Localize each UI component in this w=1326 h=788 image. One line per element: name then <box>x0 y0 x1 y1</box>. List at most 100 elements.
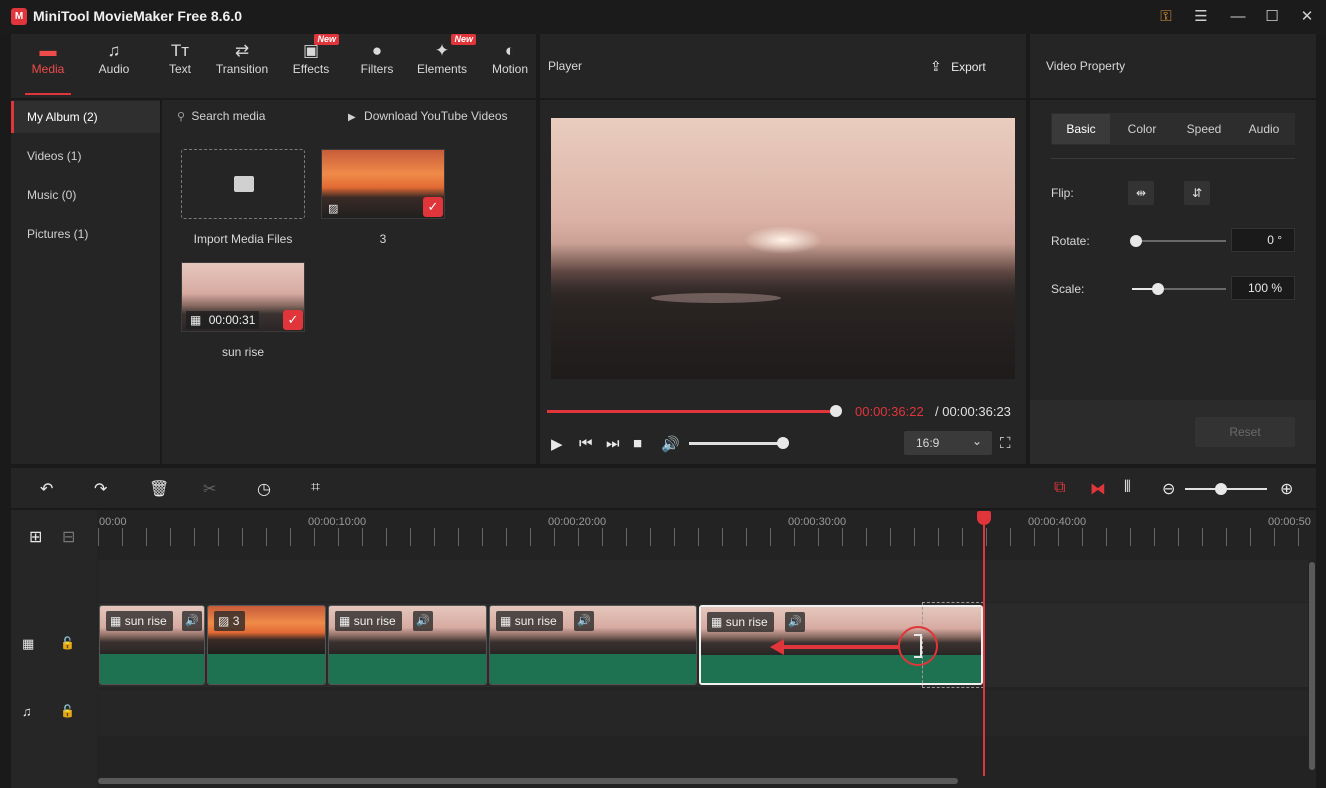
scale-value-field[interactable]: 100 % <box>1231 276 1295 300</box>
app-logo-icon: M <box>11 8 27 25</box>
overlay-track[interactable] <box>98 560 1308 602</box>
ruler-label: 00:00 <box>99 516 127 528</box>
crop-icon[interactable]: ⌗ <box>311 479 320 497</box>
rotate-slider[interactable] <box>1132 240 1226 242</box>
youtube-icon: ▶ <box>348 112 356 123</box>
sidebar-item-music[interactable]: Music (0) <box>11 179 160 211</box>
import-media-label: Import Media Files <box>193 232 293 246</box>
property-header: Video Property <box>1030 34 1316 98</box>
rotate-label: Rotate: <box>1051 234 1090 248</box>
play-icon[interactable]: ▶ <box>551 435 563 453</box>
tab-color[interactable]: Color <box>1112 114 1172 144</box>
ruler-label: 00:00:10:00 <box>308 516 367 528</box>
rotate-value-field[interactable]: 0 ° <box>1231 228 1295 252</box>
total-time: / 00:00:36:23 <box>935 404 1011 419</box>
minimize-button[interactable]: — <box>1226 6 1250 28</box>
reset-button[interactable]: Reset <box>1195 417 1295 447</box>
close-button[interactable]: ✕ <box>1295 6 1319 28</box>
tab-audio[interactable]: Audio <box>1235 114 1293 144</box>
folder-icon: ▬ <box>39 41 57 60</box>
sidebar-item-my-album[interactable]: My Album (2) <box>11 101 160 133</box>
tool-text[interactable]: Tт Text <box>160 36 200 94</box>
vertical-scrollbar[interactable] <box>1309 562 1315 770</box>
clip-volume-icon[interactable]: 🔊 <box>574 611 594 631</box>
video-preview[interactable] <box>551 118 1015 379</box>
flip-horizontal-icon[interactable]: ⇹ <box>1128 181 1154 205</box>
volume-handle[interactable] <box>777 437 789 449</box>
flip-vertical-icon[interactable]: ⇵ <box>1184 181 1210 205</box>
scale-handle[interactable] <box>1152 283 1164 295</box>
music-track[interactable] <box>98 690 1308 736</box>
key-icon[interactable]: ⚿ <box>1154 6 1178 28</box>
drag-arrow-head-icon <box>770 639 784 655</box>
volume-slider[interactable] <box>689 442 781 445</box>
link-icon[interactable]: ⧓ <box>1090 479 1106 499</box>
tool-elements[interactable]: ✦ Elements New <box>414 34 476 94</box>
film-icon: ▦ <box>190 313 202 327</box>
next-frame-icon[interactable]: ⏭ <box>606 435 620 452</box>
undo-icon[interactable]: ↶ <box>40 479 53 499</box>
clip-label: ▦ sun rise <box>335 611 402 631</box>
snap-icon[interactable]: ⧉ <box>1054 479 1065 497</box>
clip-volume-icon[interactable]: 🔊 <box>182 611 202 631</box>
media-item-image-3[interactable]: ▨ ✓ <box>321 149 445 219</box>
sidebar-item-pictures[interactable]: Pictures (1) <box>11 218 160 250</box>
tool-filters[interactable]: ● Filters <box>357 36 397 94</box>
search-media[interactable]: ⚲ Search media <box>177 109 297 125</box>
redo-icon[interactable]: ↷ <box>94 479 107 499</box>
clip-label: ▦ sun rise <box>707 612 774 632</box>
timeline-clip[interactable]: ▨ 3 <box>207 605 326 685</box>
tab-speed[interactable]: Speed <box>1173 114 1235 144</box>
import-media-button[interactable] <box>181 149 305 219</box>
property-title: Video Property <box>1046 59 1126 73</box>
download-youtube-button[interactable]: ▶ Download YouTube Videos <box>348 109 524 125</box>
maximize-button[interactable]: ☐ <box>1260 6 1284 28</box>
tool-media[interactable]: ▬ Media <box>25 36 71 94</box>
media-item-video-sun-rise[interactable]: ▦ 00:00:31 ✓ <box>181 262 305 332</box>
zoom-in-icon[interactable]: ⊕ <box>1280 479 1293 499</box>
unlock-icon[interactable]: 🔓 <box>60 636 75 650</box>
tool-transition[interactable]: ⇄ Transition <box>212 36 272 94</box>
export-button[interactable]: ⇪ Export <box>930 56 986 76</box>
tool-effects[interactable]: ▣ Effects New <box>289 34 339 94</box>
player-progress-bar[interactable] <box>547 410 835 413</box>
progress-handle[interactable] <box>830 405 842 417</box>
zoom-handle[interactable] <box>1215 483 1227 495</box>
menu-icon[interactable]: ☰ <box>1189 6 1213 28</box>
ruler-ticks <box>98 528 1308 546</box>
fit-timeline-icon[interactable]: ⫴ <box>1124 479 1131 497</box>
timeline-clip[interactable]: ▦ sun rise 🔊 <box>489 605 697 685</box>
search-input[interactable]: Search media <box>191 109 265 123</box>
film-icon: ▦ <box>110 614 122 628</box>
previous-frame-icon[interactable]: ⏮ <box>579 435 593 452</box>
upload-icon: ⇪ <box>930 58 942 74</box>
clip-volume-icon[interactable]: 🔊 <box>785 612 805 632</box>
timeline-clip[interactable]: ▦ sun rise 🔊 <box>328 605 487 685</box>
swap-arrows-icon: ⇄ <box>234 41 250 60</box>
remove-track-icon[interactable]: ⊟ <box>62 527 75 547</box>
tool-audio[interactable]: ♫ Audio <box>92 36 136 94</box>
horizontal-scrollbar[interactable] <box>98 778 958 784</box>
fullscreen-icon[interactable]: ⛶ <box>1000 435 1011 452</box>
stop-icon[interactable]: ■ <box>633 435 642 452</box>
delete-icon[interactable]: 🗑 <box>149 479 169 499</box>
sun-glow <box>743 226 823 254</box>
timeline-clip[interactable]: ▦ sun rise 🔊 <box>99 605 205 685</box>
aspect-ratio-select[interactable]: 16:9 ⌄ <box>904 431 992 455</box>
film-icon: ▦ <box>500 614 512 628</box>
speed-icon[interactable]: ◷ <box>257 479 271 499</box>
playhead-handle[interactable] <box>977 511 991 525</box>
unlock-icon[interactable]: 🔓 <box>60 704 75 718</box>
add-track-icon[interactable]: ⊞ <box>29 527 42 547</box>
playhead-line[interactable] <box>983 518 985 776</box>
sidebar-item-videos[interactable]: Videos (1) <box>11 140 160 172</box>
tool-motion[interactable]: ◐ Motion <box>488 36 532 94</box>
clip-volume-icon[interactable]: 🔊 <box>413 611 433 631</box>
zoom-out-icon[interactable]: ⊖ <box>1162 479 1175 499</box>
split-icon[interactable]: ✂ <box>203 479 216 499</box>
volume-icon[interactable]: 🔊 <box>661 435 680 453</box>
trim-handle-highlight[interactable] <box>898 626 938 666</box>
music-note-icon: ♫ <box>22 704 32 719</box>
rotate-handle[interactable] <box>1130 235 1142 247</box>
tab-basic[interactable]: Basic <box>1052 114 1110 144</box>
